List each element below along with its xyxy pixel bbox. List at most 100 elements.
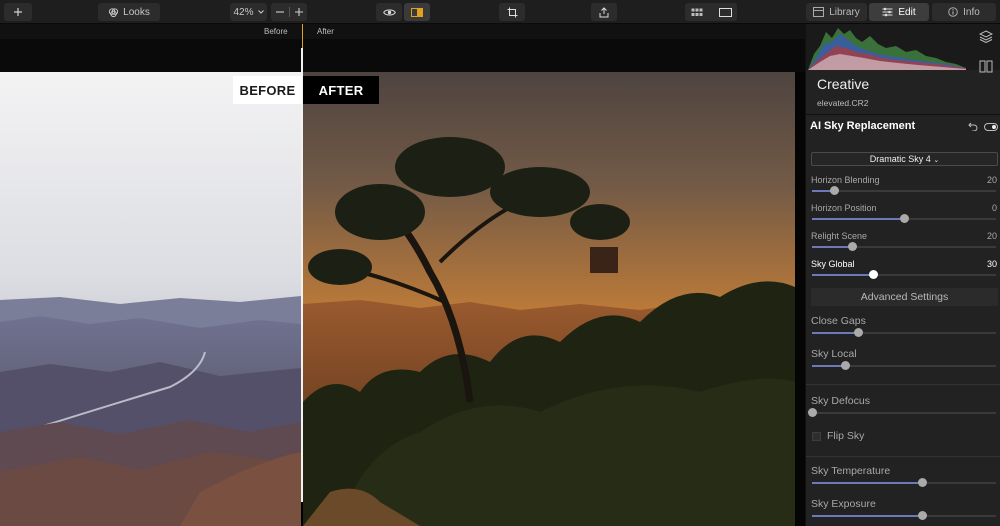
sky-preset-value: Dramatic Sky 4 (869, 154, 931, 164)
layers-icon[interactable] (979, 30, 993, 43)
tab-info-label: Info (963, 6, 980, 18)
share-icon (599, 6, 609, 17)
file-name: elevated.CR2 (817, 98, 869, 108)
slider-handle[interactable] (841, 361, 851, 370)
tab-library[interactable]: Library (806, 3, 867, 21)
looks-label: Looks (123, 6, 150, 18)
slider-handle[interactable] (808, 408, 817, 417)
slider-horizon-position[interactable]: Horizon Position 0 (806, 203, 1000, 229)
image-viewer[interactable]: Before After (0, 24, 805, 526)
eye-icon (382, 9, 396, 15)
share-button[interactable] (591, 3, 617, 21)
zoom-value: 42% (233, 6, 254, 18)
edit-panel: Creative elevated.CR2 AI Sky Replacement… (805, 24, 1000, 526)
slider-fill (812, 246, 853, 248)
after-badge: AFTER (303, 76, 379, 104)
slider-track[interactable] (812, 190, 996, 192)
after-label: After (317, 27, 334, 36)
sky-preset-dropdown[interactable]: Dramatic Sky 4 ⌄ (811, 152, 998, 166)
slider-sky-exposure[interactable]: Sky Exposure (806, 498, 1000, 524)
histogram-tools (979, 30, 995, 73)
flip-sky-checkbox[interactable] (812, 431, 821, 441)
slider-label: Horizon Blending (811, 175, 880, 185)
tab-edit[interactable]: Edit (869, 3, 929, 21)
slider-value: 20 (986, 231, 997, 241)
split-view-icon (411, 7, 423, 17)
slider-value: 30 (986, 259, 997, 269)
zoom-out-icon[interactable] (275, 7, 285, 17)
compare-icon[interactable] (979, 60, 993, 73)
crop-icon (507, 7, 517, 17)
compare-split-button[interactable] (404, 3, 430, 21)
before-after-divider[interactable] (301, 48, 303, 502)
flip-sky-label: Flip Sky (827, 430, 865, 442)
looks-icon (109, 7, 119, 17)
slider-label: Close Gaps (811, 315, 866, 327)
sliders-icon (882, 7, 893, 17)
split-labels-bar: Before After (0, 24, 805, 39)
viewer-top-band (0, 39, 805, 72)
slider-sky-global[interactable]: Sky Global 30 (806, 259, 1000, 285)
zoom-controls (271, 3, 307, 21)
chevron-down-icon: ⌄ (933, 157, 940, 164)
slider-label: Sky Temperature (811, 465, 891, 477)
slider-handle[interactable] (868, 270, 878, 279)
slider-value: 20 (986, 175, 997, 185)
slider-handle[interactable] (918, 511, 928, 520)
slider-handle[interactable] (854, 328, 863, 337)
slider-fill (812, 482, 923, 484)
tab-info[interactable]: Info (932, 3, 996, 21)
ai-sky-section-header[interactable]: AI Sky Replacement (806, 114, 1000, 138)
single-view-icon[interactable] (718, 7, 732, 17)
panel-title: Creative (817, 76, 870, 92)
section-toggle[interactable] (984, 123, 998, 131)
add-button[interactable] (4, 3, 32, 21)
slider-handle[interactable] (830, 186, 840, 195)
tab-library-label: Library (829, 6, 860, 18)
slider-sky-local[interactable]: Sky Local (806, 348, 1000, 374)
preview-eye-button[interactable] (376, 3, 402, 21)
tab-edit-label: Edit (898, 6, 916, 18)
before-badge: BEFORE (233, 76, 302, 104)
slider-close-gaps[interactable]: Close Gaps (806, 315, 1000, 341)
slider-horizon-blending[interactable]: Horizon Blending 20 (806, 175, 1000, 201)
slider-fill (812, 332, 858, 334)
photo-image (0, 72, 795, 526)
looks-button[interactable]: Looks (98, 3, 160, 21)
slider-label: Sky Defocus (811, 395, 870, 407)
slider-value: 0 (991, 203, 997, 213)
slider-relight-scene[interactable]: Relight Scene 20 (806, 231, 1000, 257)
slider-fill (812, 218, 904, 220)
slider-label: Relight Scene (811, 231, 868, 241)
slider-label: Sky Global (811, 259, 855, 269)
zoom-dropdown[interactable]: 42% (230, 3, 267, 21)
slider-handle[interactable] (918, 478, 928, 487)
photo-canvas (0, 72, 795, 526)
viewer-margin (795, 72, 805, 526)
grid-view-icon[interactable] (691, 8, 703, 17)
slider-fill (812, 274, 873, 276)
zoom-in-icon[interactable] (294, 7, 304, 17)
advanced-settings-header[interactable]: Advanced Settings (811, 288, 998, 306)
crop-button[interactable] (499, 3, 525, 21)
histogram-graph (808, 28, 966, 70)
slider-label: Horizon Position (811, 203, 877, 213)
chevron-down-icon (257, 10, 264, 14)
undo-icon[interactable] (968, 121, 978, 131)
divider (806, 384, 1000, 385)
slider-handle[interactable] (900, 214, 909, 223)
slider-sky-temperature[interactable]: Sky Temperature (806, 465, 1000, 491)
histogram (806, 24, 1000, 73)
slider-handle[interactable] (848, 242, 858, 251)
view-mode-group (685, 3, 737, 21)
slider-track[interactable] (812, 412, 996, 414)
flip-sky-row[interactable]: Flip Sky (812, 429, 864, 443)
slider-label: Sky Local (811, 348, 857, 360)
library-icon (813, 7, 825, 17)
slider-sky-defocus[interactable]: Sky Defocus (806, 395, 1000, 421)
zoom-separator (288, 7, 290, 17)
slider-label: Sky Exposure (811, 498, 876, 510)
before-label: Before (264, 27, 288, 36)
info-icon (948, 7, 958, 17)
slider-fill (812, 515, 923, 517)
